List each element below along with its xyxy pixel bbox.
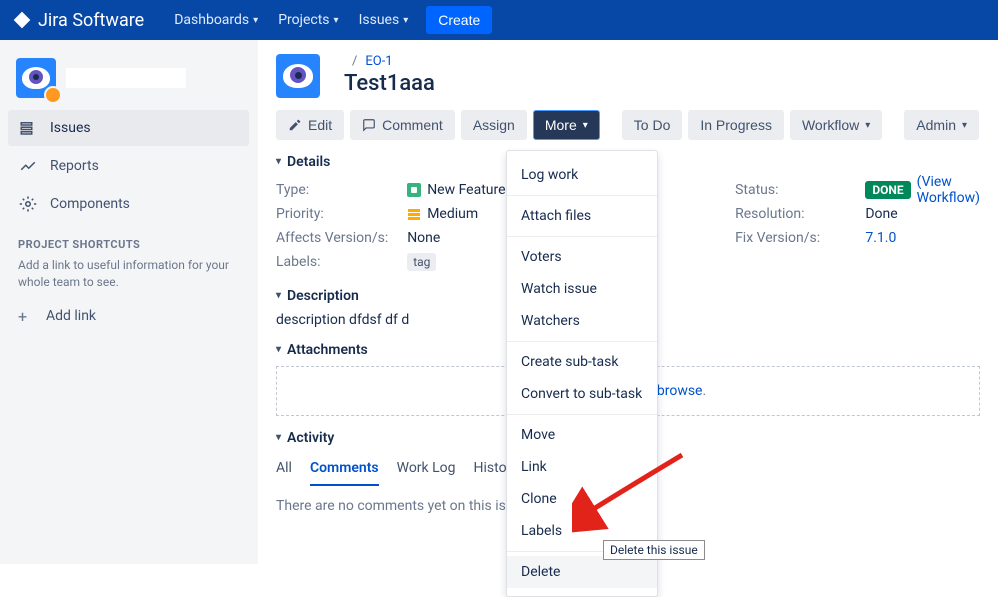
type-label: Type: — [276, 178, 407, 202]
tab-comments[interactable]: Comments — [310, 454, 379, 486]
project-type-badge — [44, 86, 62, 104]
fixversion-label: Fix Version/s: — [735, 226, 865, 250]
project-name — [66, 68, 186, 88]
issue-title[interactable]: Test1aaa — [344, 71, 435, 96]
label-tag[interactable]: tag — [407, 253, 436, 271]
nav-issues[interactable]: Issues▾ — [349, 0, 419, 40]
sidebar-item-label: Reports — [50, 158, 99, 174]
resolution-label: Resolution: — [735, 202, 865, 226]
menu-attach-files[interactable]: Attach files — [507, 200, 657, 232]
queue-icon — [18, 118, 38, 138]
jira-logo-icon — [12, 10, 32, 30]
edit-button[interactable]: Edit — [276, 110, 344, 140]
menu-clone[interactable]: Clone — [507, 483, 657, 515]
component-icon — [18, 194, 38, 214]
issue-project-avatar[interactable] — [276, 54, 320, 98]
issue-toolbar: Edit Comment Assign More▾ To Do In Progr… — [276, 110, 980, 140]
comment-button[interactable]: Comment — [350, 110, 455, 140]
comment-icon — [362, 118, 376, 132]
create-button[interactable]: Create — [426, 6, 492, 34]
sidebar: Issues Reports Components PROJECT SHORTC… — [0, 40, 258, 564]
chevron-down-icon: ▾ — [962, 120, 967, 131]
sidebar-item-reports[interactable]: Reports — [8, 148, 249, 184]
menu-convert-subtask[interactable]: Convert to sub-task — [507, 378, 657, 410]
todo-button[interactable]: To Do — [622, 110, 683, 140]
menu-watchers[interactable]: Watchers — [507, 305, 657, 337]
more-dropdown: Log work Attach files Voters Watch issue… — [506, 150, 658, 597]
project-avatar — [16, 58, 56, 98]
menu-voters[interactable]: Voters — [507, 241, 657, 273]
caret-down-icon: ▾ — [276, 344, 281, 355]
browse-link[interactable]: browse — [657, 383, 703, 399]
sidebar-item-issues[interactable]: Issues — [8, 110, 249, 146]
menu-move[interactable]: Move — [507, 419, 657, 451]
admin-button[interactable]: Admin ▾ — [904, 110, 979, 140]
breadcrumb-sep: / — [352, 54, 357, 69]
sidebar-item-label: Components — [50, 196, 130, 212]
chevron-down-icon: ▾ — [583, 120, 588, 131]
plus-icon: + — [18, 307, 36, 326]
nav-projects[interactable]: Projects▾ — [268, 0, 348, 40]
priority-medium-icon — [407, 207, 421, 221]
chevron-down-icon: ▾ — [403, 15, 408, 26]
sidebar-item-components[interactable]: Components — [8, 186, 249, 222]
chevron-down-icon: ▾ — [865, 120, 870, 131]
chevron-down-icon: ▾ — [334, 15, 339, 26]
sidebar-item-label: Issues — [50, 120, 91, 136]
menu-create-subtask[interactable]: Create sub-task — [507, 346, 657, 378]
shortcuts-header: PROJECT SHORTCUTS — [18, 238, 239, 251]
nav-dashboards[interactable]: Dashboards▾ — [164, 0, 268, 40]
newfeature-icon — [407, 183, 421, 197]
breadcrumb-issue-key[interactable]: EO-1 — [365, 54, 392, 69]
status-label: Status: — [735, 178, 865, 202]
top-nav: Jira Software Dashboards▾ Projects▾ Issu… — [0, 0, 998, 40]
in-progress-button[interactable]: In Progress — [688, 110, 784, 140]
caret-down-icon: ▾ — [276, 432, 281, 443]
menu-watch-issue[interactable]: Watch issue — [507, 273, 657, 305]
project-header[interactable] — [8, 54, 249, 108]
affects-label: Affects Version/s: — [276, 226, 407, 250]
menu-link[interactable]: Link — [507, 451, 657, 483]
status-badge: DONE — [865, 181, 910, 199]
priority-label: Priority: — [276, 202, 407, 226]
more-button[interactable]: More▾ — [533, 110, 600, 140]
fixversion-value[interactable]: 7.1.0 — [865, 226, 980, 250]
product-name: Jira Software — [38, 10, 144, 31]
chevron-down-icon: ▾ — [253, 15, 258, 26]
tab-all[interactable]: All — [276, 454, 292, 486]
view-workflow-link[interactable]: (View Workflow) — [917, 174, 980, 206]
labels-label: Labels: — [276, 250, 407, 274]
caret-down-icon: ▾ — [276, 156, 281, 167]
assign-button[interactable]: Assign — [461, 110, 527, 140]
tab-worklog[interactable]: Work Log — [397, 454, 456, 486]
menu-delete[interactable]: Delete — [507, 556, 657, 588]
add-link-button[interactable]: + Add link — [8, 301, 249, 332]
pencil-icon — [288, 118, 302, 132]
jira-logo[interactable]: Jira Software — [12, 10, 144, 31]
chart-icon — [18, 156, 38, 176]
menu-log-work[interactable]: Log work — [507, 159, 657, 191]
caret-down-icon: ▾ — [276, 290, 281, 301]
workflow-button[interactable]: Workflow ▾ — [790, 110, 882, 140]
breadcrumb: / EO-1 — [344, 54, 435, 69]
shortcuts-description: Add a link to useful information for you… — [18, 257, 239, 291]
delete-tooltip: Delete this issue — [603, 540, 705, 560]
status-value: DONE(View Workflow) — [865, 178, 980, 202]
